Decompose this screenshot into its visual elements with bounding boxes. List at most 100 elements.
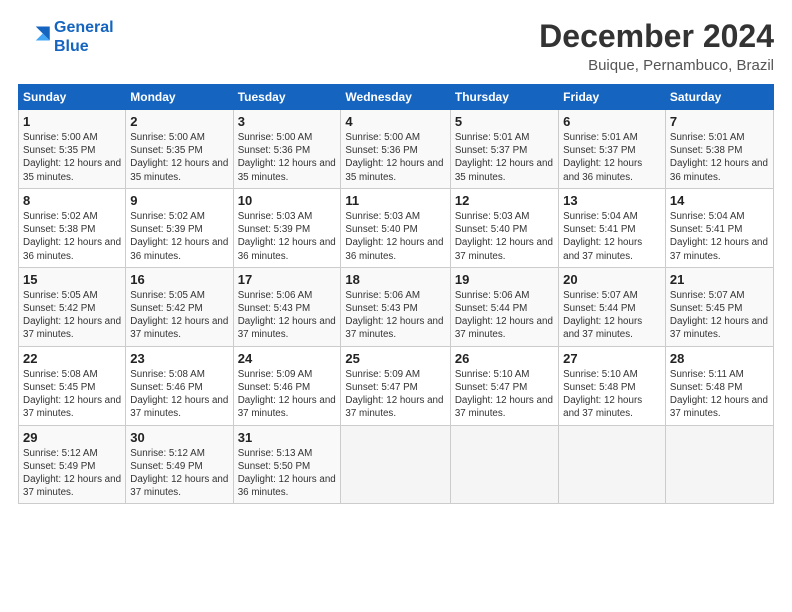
header-cell-tuesday: Tuesday	[233, 85, 341, 110]
day-cell: 4 Sunrise: 5:00 AM Sunset: 5:36 PM Dayli…	[341, 110, 450, 189]
day-cell: 3 Sunrise: 5:00 AM Sunset: 5:36 PM Dayli…	[233, 110, 341, 189]
day-cell: 24 Sunrise: 5:09 AM Sunset: 5:46 PM Dayl…	[233, 346, 341, 425]
daylight: Daylight: 12 hours and 35 minutes.	[455, 158, 553, 182]
day-number: 12	[455, 193, 554, 208]
daylight: Daylight: 12 hours and 37 minutes.	[238, 395, 336, 419]
day-number: 17	[238, 272, 337, 287]
day-number: 22	[23, 351, 121, 366]
day-number: 24	[238, 351, 337, 366]
sunrise: Sunrise: 5:11 AM	[670, 369, 744, 380]
sunrise: Sunrise: 5:00 AM	[130, 132, 205, 143]
daylight: Daylight: 12 hours and 37 minutes.	[670, 237, 768, 261]
day-cell: 19 Sunrise: 5:06 AM Sunset: 5:44 PM Dayl…	[450, 267, 558, 346]
sunset: Sunset: 5:50 PM	[238, 461, 310, 472]
sunset: Sunset: 5:44 PM	[455, 303, 527, 314]
sunset: Sunset: 5:40 PM	[455, 224, 527, 235]
sunrise: Sunrise: 5:02 AM	[130, 211, 205, 222]
day-cell: 7 Sunrise: 5:01 AM Sunset: 5:38 PM Dayli…	[665, 110, 773, 189]
day-info: Sunrise: 5:05 AM Sunset: 5:42 PM Dayligh…	[23, 289, 121, 342]
day-info: Sunrise: 5:02 AM Sunset: 5:38 PM Dayligh…	[23, 210, 121, 263]
month-title: December 2024	[539, 18, 774, 55]
sunrise: Sunrise: 5:06 AM	[345, 290, 420, 301]
sunset: Sunset: 5:39 PM	[238, 224, 310, 235]
day-info: Sunrise: 5:11 AM Sunset: 5:48 PM Dayligh…	[670, 368, 769, 421]
sunset: Sunset: 5:47 PM	[345, 382, 417, 393]
sunset: Sunset: 5:41 PM	[670, 224, 742, 235]
day-number: 4	[345, 114, 445, 129]
day-info: Sunrise: 5:01 AM Sunset: 5:37 PM Dayligh…	[455, 131, 554, 184]
day-number: 27	[563, 351, 661, 366]
page: General Blue December 2024 Buique, Perna…	[0, 0, 792, 612]
day-number: 31	[238, 430, 337, 445]
daylight: Daylight: 12 hours and 37 minutes.	[130, 474, 228, 498]
sunset: Sunset: 5:43 PM	[345, 303, 417, 314]
daylight: Daylight: 12 hours and 36 minutes.	[238, 237, 336, 261]
sunset: Sunset: 5:45 PM	[670, 303, 742, 314]
daylight: Daylight: 12 hours and 37 minutes.	[670, 395, 768, 419]
day-number: 14	[670, 193, 769, 208]
daylight: Daylight: 12 hours and 35 minutes.	[238, 158, 336, 182]
sunset: Sunset: 5:39 PM	[130, 224, 202, 235]
daylight: Daylight: 12 hours and 37 minutes.	[238, 316, 336, 340]
daylight: Daylight: 12 hours and 36 minutes.	[563, 158, 642, 182]
day-info: Sunrise: 5:02 AM Sunset: 5:39 PM Dayligh…	[130, 210, 228, 263]
day-cell: 15 Sunrise: 5:05 AM Sunset: 5:42 PM Dayl…	[19, 267, 126, 346]
day-cell	[341, 425, 450, 504]
day-info: Sunrise: 5:01 AM Sunset: 5:37 PM Dayligh…	[563, 131, 661, 184]
week-row-1: 1 Sunrise: 5:00 AM Sunset: 5:35 PM Dayli…	[19, 110, 774, 189]
sunrise: Sunrise: 5:00 AM	[345, 132, 420, 143]
sunset: Sunset: 5:35 PM	[23, 145, 95, 156]
sunset: Sunset: 5:38 PM	[23, 224, 95, 235]
day-number: 29	[23, 430, 121, 445]
sunset: Sunset: 5:49 PM	[23, 461, 95, 472]
sunrise: Sunrise: 5:06 AM	[455, 290, 530, 301]
day-cell: 9 Sunrise: 5:02 AM Sunset: 5:39 PM Dayli…	[126, 188, 233, 267]
title-block: December 2024 Buique, Pernambuco, Brazil	[539, 18, 774, 74]
header: General Blue December 2024 Buique, Perna…	[18, 18, 774, 74]
day-info: Sunrise: 5:03 AM Sunset: 5:39 PM Dayligh…	[238, 210, 337, 263]
day-cell: 6 Sunrise: 5:01 AM Sunset: 5:37 PM Dayli…	[559, 110, 666, 189]
day-info: Sunrise: 5:08 AM Sunset: 5:46 PM Dayligh…	[130, 368, 228, 421]
day-cell: 22 Sunrise: 5:08 AM Sunset: 5:45 PM Dayl…	[19, 346, 126, 425]
daylight: Daylight: 12 hours and 36 minutes.	[238, 474, 336, 498]
sunrise: Sunrise: 5:05 AM	[23, 290, 98, 301]
day-info: Sunrise: 5:08 AM Sunset: 5:45 PM Dayligh…	[23, 368, 121, 421]
day-number: 9	[130, 193, 228, 208]
subtitle: Buique, Pernambuco, Brazil	[539, 57, 774, 74]
day-number: 11	[345, 193, 445, 208]
day-number: 28	[670, 351, 769, 366]
day-info: Sunrise: 5:05 AM Sunset: 5:42 PM Dayligh…	[130, 289, 228, 342]
day-cell: 13 Sunrise: 5:04 AM Sunset: 5:41 PM Dayl…	[559, 188, 666, 267]
sunrise: Sunrise: 5:03 AM	[345, 211, 420, 222]
sunset: Sunset: 5:35 PM	[130, 145, 202, 156]
day-info: Sunrise: 5:06 AM Sunset: 5:43 PM Dayligh…	[345, 289, 445, 342]
sunrise: Sunrise: 5:00 AM	[23, 132, 98, 143]
sunrise: Sunrise: 5:08 AM	[23, 369, 98, 380]
sunset: Sunset: 5:49 PM	[130, 461, 202, 472]
daylight: Daylight: 12 hours and 37 minutes.	[23, 316, 121, 340]
day-cell	[450, 425, 558, 504]
sunset: Sunset: 5:46 PM	[130, 382, 202, 393]
day-cell: 1 Sunrise: 5:00 AM Sunset: 5:35 PM Dayli…	[19, 110, 126, 189]
day-info: Sunrise: 5:06 AM Sunset: 5:43 PM Dayligh…	[238, 289, 337, 342]
sunset: Sunset: 5:38 PM	[670, 145, 742, 156]
day-cell: 2 Sunrise: 5:00 AM Sunset: 5:35 PM Dayli…	[126, 110, 233, 189]
day-number: 26	[455, 351, 554, 366]
sunset: Sunset: 5:48 PM	[563, 382, 635, 393]
day-number: 15	[23, 272, 121, 287]
day-number: 6	[563, 114, 661, 129]
day-number: 21	[670, 272, 769, 287]
day-info: Sunrise: 5:07 AM Sunset: 5:45 PM Dayligh…	[670, 289, 769, 342]
sunset: Sunset: 5:46 PM	[238, 382, 310, 393]
sunrise: Sunrise: 5:07 AM	[670, 290, 745, 301]
daylight: Daylight: 12 hours and 37 minutes.	[563, 395, 642, 419]
day-cell: 29 Sunrise: 5:12 AM Sunset: 5:49 PM Dayl…	[19, 425, 126, 504]
sunset: Sunset: 5:44 PM	[563, 303, 635, 314]
sunset: Sunset: 5:37 PM	[563, 145, 635, 156]
daylight: Daylight: 12 hours and 37 minutes.	[670, 316, 768, 340]
daylight: Daylight: 12 hours and 37 minutes.	[563, 237, 642, 261]
day-cell: 26 Sunrise: 5:10 AM Sunset: 5:47 PM Dayl…	[450, 346, 558, 425]
week-row-5: 29 Sunrise: 5:12 AM Sunset: 5:49 PM Dayl…	[19, 425, 774, 504]
sunrise: Sunrise: 5:03 AM	[238, 211, 313, 222]
header-row: SundayMondayTuesdayWednesdayThursdayFrid…	[19, 85, 774, 110]
